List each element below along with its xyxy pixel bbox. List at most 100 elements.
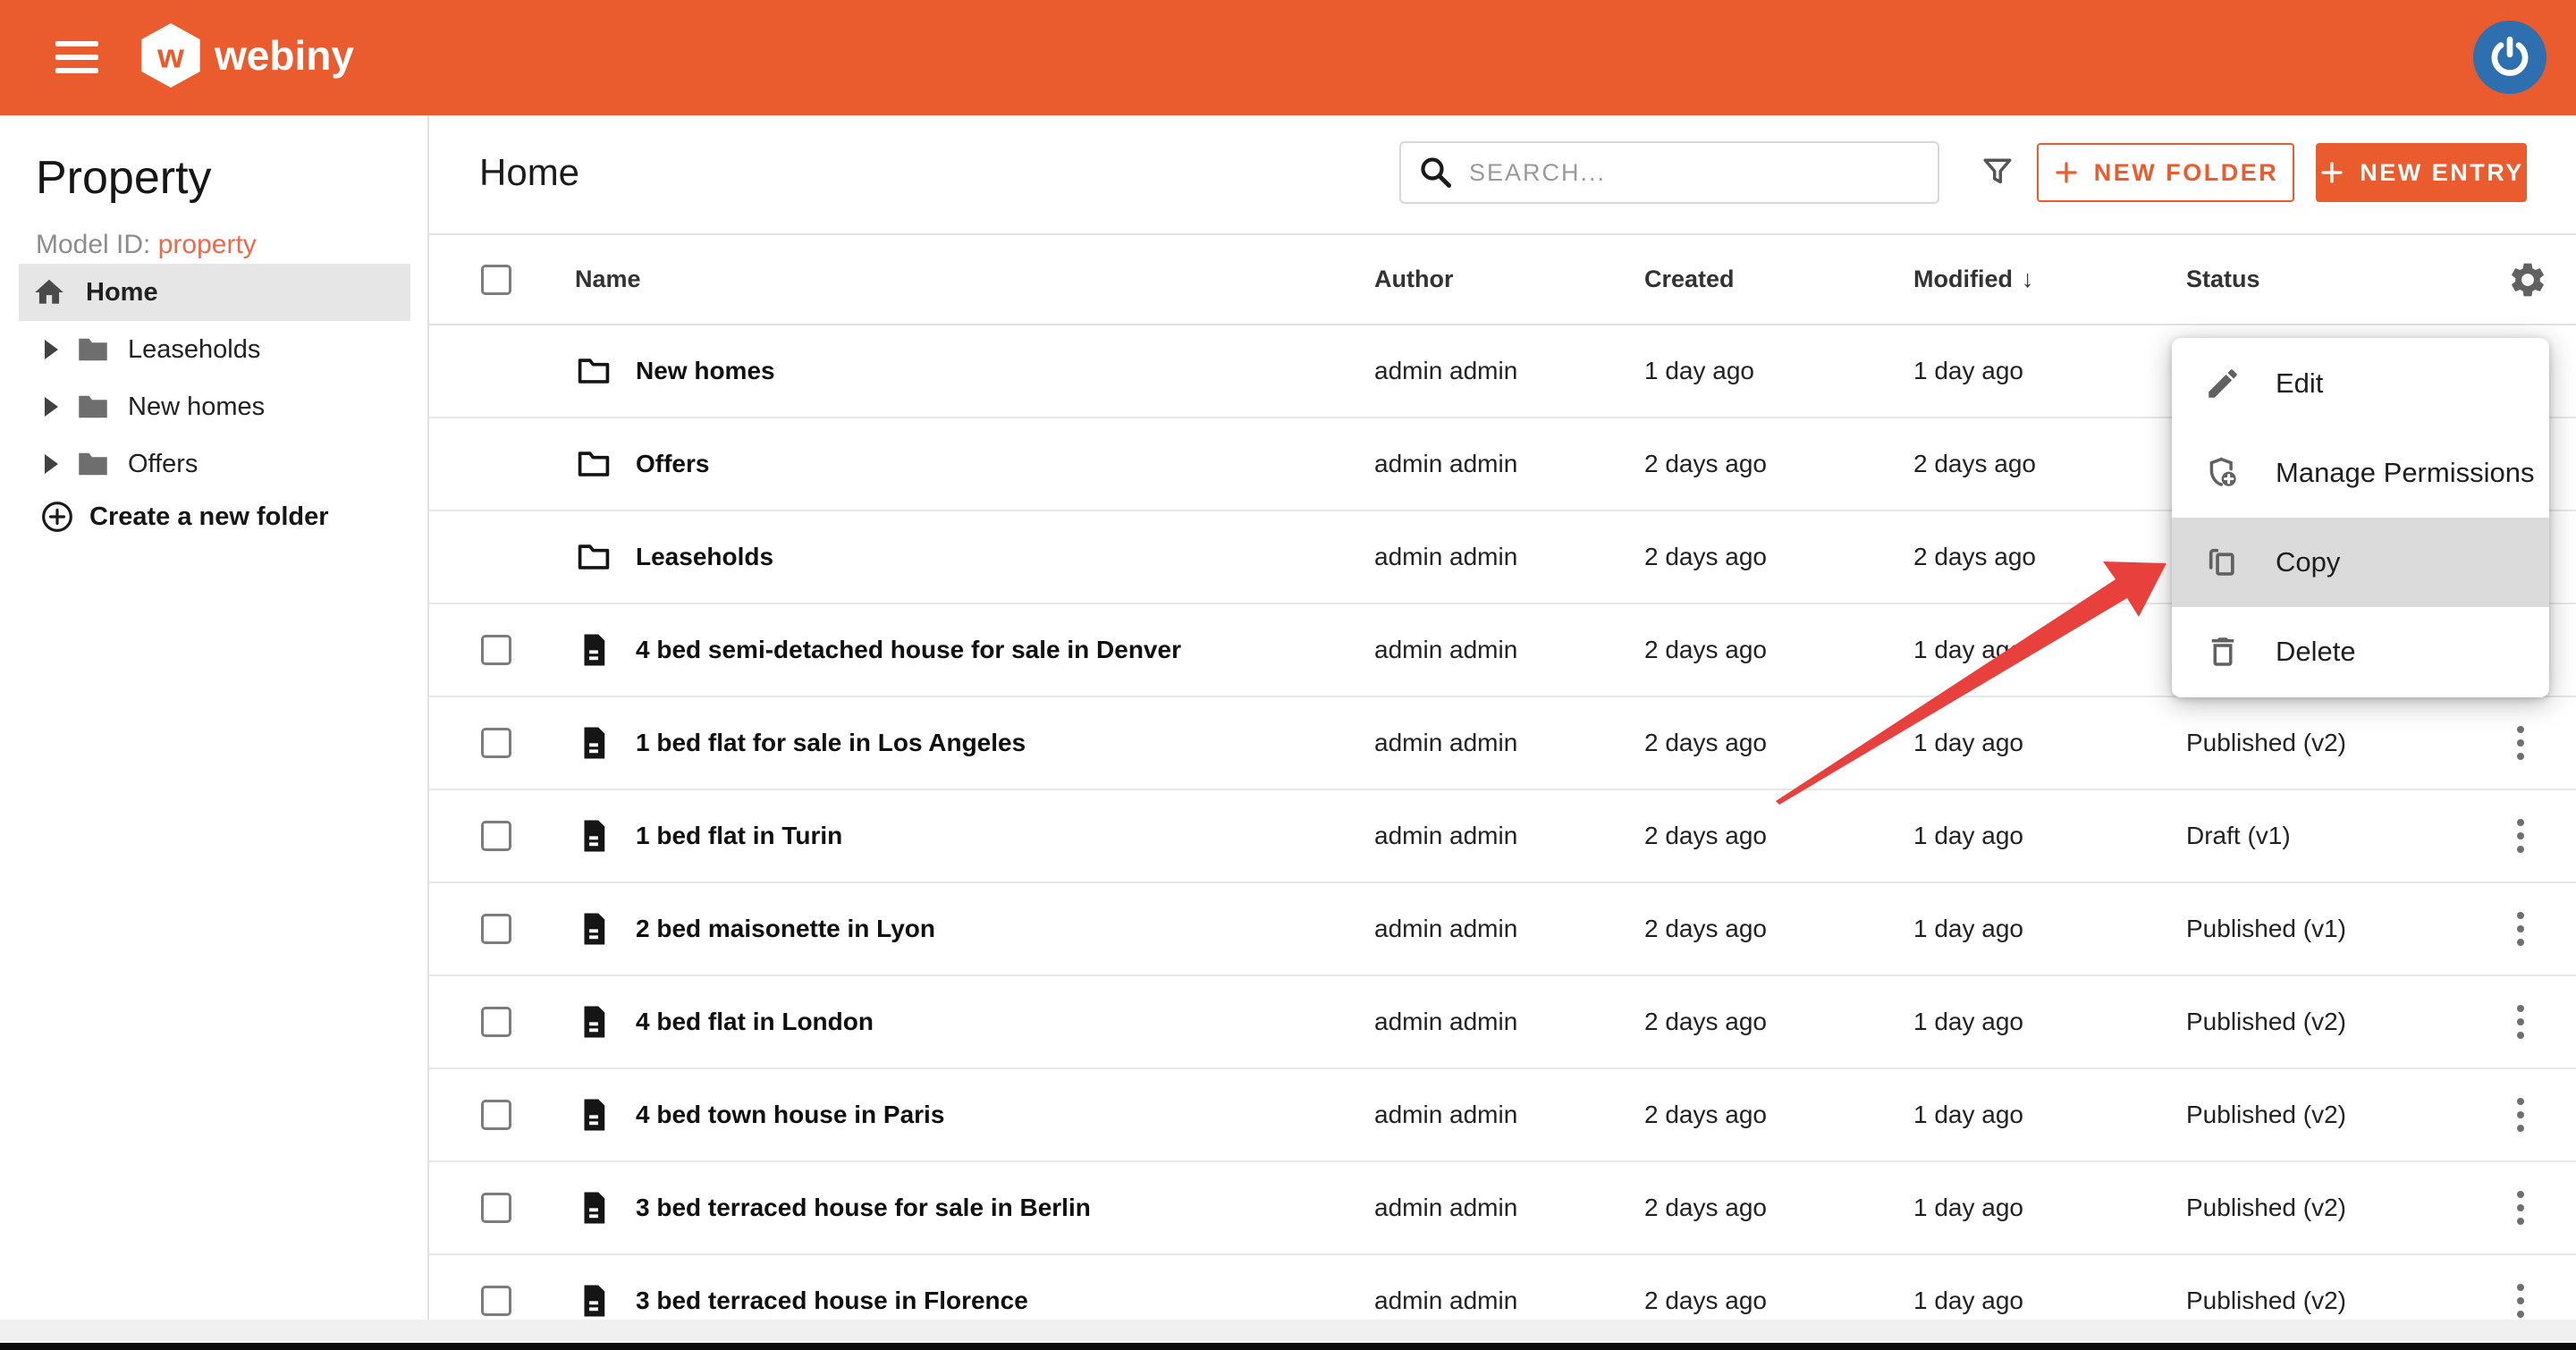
new-folder-button[interactable]: NEW FOLDER — [2037, 143, 2294, 202]
circle-plus-icon — [39, 499, 75, 535]
status-cell: Draft (v1) — [2186, 822, 2501, 850]
user-avatar[interactable] — [2473, 21, 2546, 94]
row-checkbox[interactable] — [481, 821, 511, 851]
window-bottom-strip — [0, 1320, 2576, 1343]
table-settings-button[interactable] — [2501, 259, 2555, 300]
status-cell: Published (v2) — [2186, 729, 2501, 757]
model-title: Property — [36, 151, 212, 205]
table-row[interactable]: 1 bed flat in Turinadmin admin2 days ago… — [429, 790, 2576, 883]
new-entry-button[interactable]: NEW ENTRY — [2316, 143, 2527, 202]
author-cell: admin admin — [1374, 822, 1644, 850]
row-actions-kebab[interactable] — [2501, 716, 2540, 770]
entry-name: 4 bed flat in London — [636, 1008, 874, 1036]
create-folder-label: Create a new folder — [89, 502, 329, 532]
search-input[interactable] — [1469, 159, 1921, 187]
row-actions-kebab[interactable] — [2501, 995, 2540, 1049]
sidebar-folder-item[interactable]: Offers — [0, 435, 429, 493]
sort-desc-icon: ↓ — [2022, 266, 2034, 293]
document-icon — [575, 1282, 612, 1320]
table-row[interactable]: 1 bed flat for sale in Los Angelesadmin … — [429, 697, 2576, 790]
folder-name: Offers — [636, 450, 709, 478]
row-actions-kebab[interactable] — [2501, 1181, 2540, 1235]
select-all-checkbox[interactable] — [481, 265, 511, 295]
folder-name: New homes — [636, 357, 775, 385]
entry-name: 3 bed terraced house for sale in Berlin — [636, 1194, 1091, 1222]
column-header-created[interactable]: Created — [1644, 266, 1913, 293]
table-row[interactable]: 4 bed flat in Londonadmin admin2 days ag… — [429, 976, 2576, 1069]
menu-item-label: Delete — [2276, 636, 2356, 668]
gear-icon — [2507, 259, 2548, 300]
row-checkbox[interactable] — [481, 635, 511, 665]
entry-name: 3 bed terraced house in Florence — [636, 1287, 1028, 1315]
author-cell: admin admin — [1374, 1194, 1644, 1222]
folder-label: Offers — [128, 450, 198, 479]
folder-icon — [74, 445, 112, 483]
document-icon — [575, 817, 612, 855]
menu-item-edit[interactable]: Edit — [2172, 339, 2549, 428]
created-cell: 2 days ago — [1644, 450, 1913, 478]
modified-cell: 2 days ago — [1913, 543, 2186, 571]
menu-item-delete[interactable]: Delete — [2172, 607, 2549, 696]
table-row[interactable]: 4 bed town house in Parisadmin admin2 da… — [429, 1069, 2576, 1162]
top-app-bar: w webiny — [0, 0, 2576, 115]
sidebar-item-home[interactable]: Home — [19, 264, 410, 321]
modified-cell: 1 day ago — [1913, 357, 2186, 385]
svg-text:w: w — [156, 38, 184, 76]
created-cell: 2 days ago — [1644, 543, 1913, 571]
copy-icon — [2204, 544, 2242, 581]
table-row[interactable]: 2 bed maisonette in Lyonadmin admin2 day… — [429, 883, 2576, 976]
menu-item-manage-permissions[interactable]: Manage Permissions — [2172, 428, 2549, 518]
created-cell: 2 days ago — [1644, 1101, 1913, 1129]
author-cell: admin admin — [1374, 636, 1644, 664]
folder-icon — [74, 388, 112, 426]
hamburger-menu-icon[interactable] — [55, 38, 98, 77]
folder-icon — [575, 352, 612, 390]
row-context-menu: Edit Manage Permissions Copy Delete — [2172, 338, 2549, 697]
entry-name: 2 bed maisonette in Lyon — [636, 915, 935, 943]
trash-icon — [2204, 633, 2242, 671]
page-title: Home — [479, 151, 579, 194]
chevron-right-icon[interactable] — [45, 397, 58, 417]
model-id-label: Model ID: — [36, 230, 150, 259]
table-row[interactable]: 3 bed terraced house for sale in Berlin a… — [429, 1162, 2576, 1255]
menu-item-copy[interactable]: Copy — [2172, 518, 2549, 607]
row-checkbox[interactable] — [481, 1286, 511, 1316]
shield-add-icon — [2204, 454, 2242, 492]
row-checkbox[interactable] — [481, 1193, 511, 1223]
chevron-right-icon[interactable] — [45, 340, 58, 359]
status-cell: Published (v2) — [2186, 1287, 2501, 1315]
new-entry-label: NEW ENTRY — [2360, 159, 2524, 187]
row-checkbox[interactable] — [481, 1100, 511, 1130]
author-cell: admin admin — [1374, 1101, 1644, 1129]
search-box — [1399, 141, 1939, 204]
row-checkbox[interactable] — [481, 728, 511, 758]
model-id-link[interactable]: property — [158, 230, 257, 259]
menu-item-label: Copy — [2276, 546, 2340, 578]
modified-cell: 1 day ago — [1913, 1287, 2186, 1315]
row-actions-kebab[interactable] — [2501, 1088, 2540, 1142]
model-id-line: Model ID: property — [36, 230, 257, 260]
window-bottom-edge — [0, 1343, 2576, 1350]
row-actions-kebab[interactable] — [2501, 902, 2540, 956]
row-checkbox[interactable] — [481, 914, 511, 944]
row-checkbox[interactable] — [481, 1007, 511, 1037]
webiny-logo[interactable]: w webiny — [141, 23, 354, 88]
filter-funnel-icon — [1978, 153, 2017, 192]
menu-item-label: Edit — [2276, 367, 2323, 400]
entry-name: 1 bed flat for sale in Los Angeles — [636, 729, 1026, 757]
create-folder-button[interactable]: Create a new folder — [39, 499, 329, 535]
modified-cell: 1 day ago — [1913, 729, 2186, 757]
column-header-status[interactable]: Status — [2186, 266, 2501, 293]
home-icon — [32, 275, 66, 309]
created-cell: 2 days ago — [1644, 1194, 1913, 1222]
sidebar-folder-item[interactable]: Leaseholds — [0, 321, 429, 378]
chevron-right-icon[interactable] — [45, 454, 58, 474]
status-cell: Published (v1) — [2186, 915, 2501, 943]
sidebar-folder-item[interactable]: New homes — [0, 378, 429, 435]
row-actions-kebab[interactable] — [2501, 809, 2540, 863]
column-header-modified[interactable]: Modified↓ — [1913, 266, 2186, 293]
column-header-name[interactable]: Name — [575, 266, 1374, 293]
column-header-author[interactable]: Author — [1374, 266, 1644, 293]
filter-button[interactable] — [1974, 149, 2021, 196]
folder-label: New homes — [128, 392, 265, 422]
